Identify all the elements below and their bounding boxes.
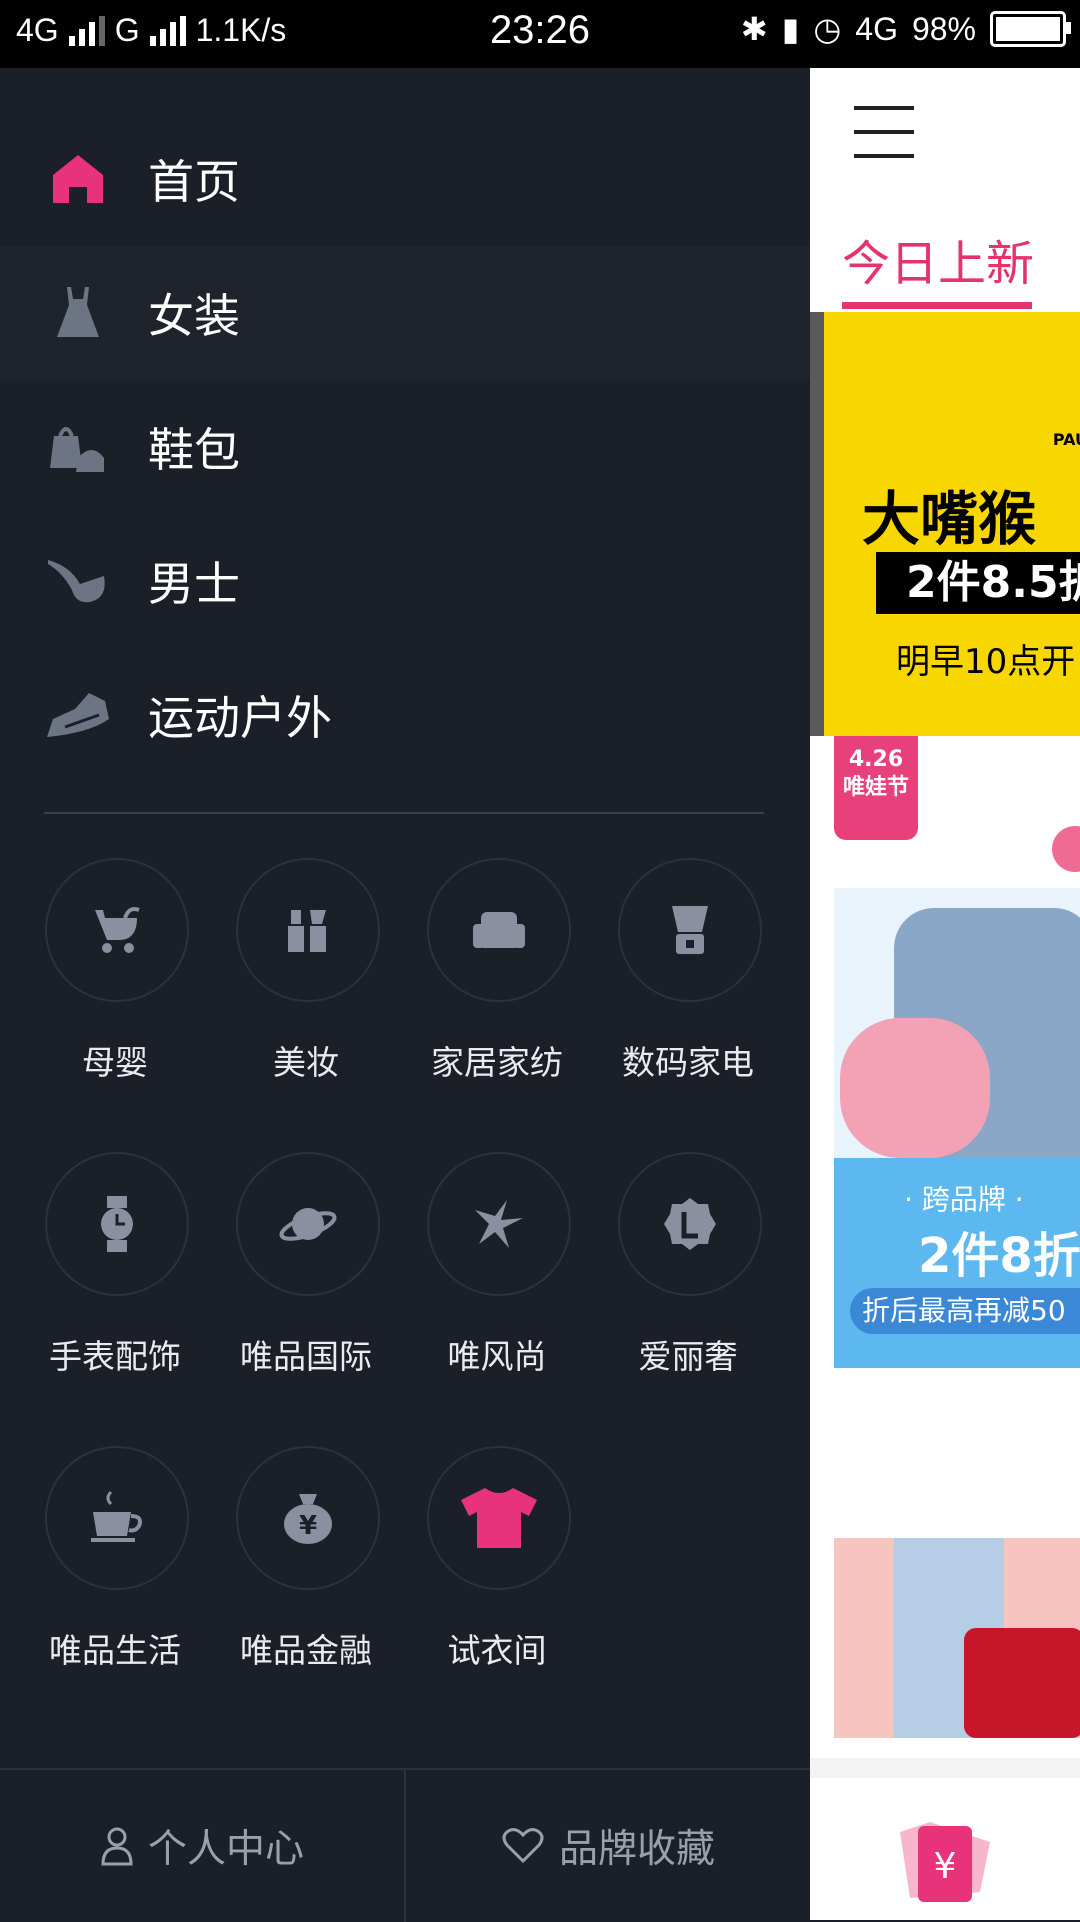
- main-content-peek: 今日上新 PAU 大嘴猴 2件8.5折 明早10点开 4.26 唯娃节 · 跨品…: [810, 68, 1080, 1920]
- banner-title: 大嘴猴: [862, 485, 1037, 553]
- promo-line3: 折后最高再减50: [850, 1288, 1080, 1334]
- category-label: 唯品生活: [49, 1631, 181, 1670]
- svg-text:¥: ¥: [934, 1846, 957, 1887]
- blender-icon: [618, 858, 762, 1002]
- coupon-icon[interactable]: ¥: [890, 1812, 1000, 1908]
- category-digital[interactable]: 数码家电: [593, 858, 783, 1118]
- tab-indicator: [842, 302, 1032, 309]
- pipe-icon: [44, 547, 112, 615]
- money-bag-icon: ¥: [236, 1446, 380, 1590]
- profile-button[interactable]: 个人中心: [0, 1770, 404, 1922]
- nav-item-sports[interactable]: 运动户外: [0, 648, 810, 782]
- banner-edge: [810, 312, 824, 736]
- category-label: 家居家纺: [431, 1043, 563, 1082]
- category-label: 母婴: [82, 1043, 148, 1082]
- drawer-bottom-bar: 个人中心 品牌收藏: [0, 1768, 810, 1922]
- promo-banner[interactable]: PAU 大嘴猴 2件8.5折 明早10点开: [810, 312, 1080, 736]
- battery-percent: 98%: [911, 10, 976, 47]
- category-label: 唯品国际: [240, 1337, 372, 1376]
- category-fashion[interactable]: 唯风尚: [402, 1152, 592, 1412]
- badge-title: 唯娃节: [842, 775, 909, 800]
- category-label: 唯风尚: [447, 1337, 547, 1376]
- planet-icon: [236, 1152, 380, 1296]
- nav-item-women[interactable]: 女装: [0, 246, 810, 380]
- category-luxury[interactable]: 爱丽奢: [593, 1152, 783, 1412]
- category-life[interactable]: 唯品生活: [20, 1446, 210, 1706]
- nav-label-sports: 运动户外: [148, 691, 332, 745]
- nav-label-home: 首页: [148, 155, 240, 209]
- category-baby[interactable]: 母婴: [20, 858, 210, 1118]
- tshirt-icon: [427, 1446, 571, 1590]
- sneaker-icon: [44, 681, 112, 749]
- nav-label-shoes-bags: 鞋包: [148, 423, 240, 477]
- nav-label-women: 女装: [148, 289, 240, 343]
- product-photo[interactable]: [834, 1538, 1080, 1738]
- battery-saver-icon: ▮: [781, 11, 800, 47]
- category-label: 唯品金融: [240, 1631, 372, 1670]
- luxury-badge-icon: [618, 1152, 762, 1296]
- bluetooth-icon: ✱: [740, 11, 768, 47]
- shoes-bag-icon: [44, 413, 112, 481]
- navigation-drawer: 首页 女装 鞋包 男士 运动户外 母婴 美妆 家居家纺 数码家电 手表配饰 唯品…: [0, 68, 810, 1922]
- menu-icon[interactable]: [854, 106, 914, 178]
- network-type-3: 4G: [855, 10, 898, 47]
- category-watches[interactable]: 手表配饰: [20, 1152, 210, 1412]
- tab-today-new[interactable]: 今日上新: [842, 224, 1034, 294]
- category-beauty[interactable]: 美妆: [211, 858, 401, 1118]
- sofa-icon: [427, 858, 571, 1002]
- event-badge: 4.26 唯娃节: [834, 736, 918, 840]
- heart-icon: [502, 1828, 544, 1864]
- nav-item-home[interactable]: 首页: [0, 112, 810, 246]
- category-fitting-room[interactable]: 试衣间: [402, 1446, 592, 1706]
- nav-item-shoes-bags[interactable]: 鞋包: [0, 380, 810, 514]
- banner-brand: PAU: [1052, 430, 1080, 449]
- watch-icon: [45, 1152, 189, 1296]
- category-label: 试衣间: [447, 1631, 547, 1670]
- favorites-label: 品牌收藏: [558, 1827, 715, 1872]
- favorites-button[interactable]: 品牌收藏: [406, 1770, 810, 1922]
- banner-offer: 2件8.5折: [876, 552, 1080, 614]
- badge-date: 4.26: [848, 747, 904, 772]
- category-finance[interactable]: ¥ 唯品金融: [211, 1446, 401, 1706]
- category-label: 美妆: [273, 1043, 339, 1082]
- star-icon: [427, 1152, 571, 1296]
- nav-divider: [44, 812, 764, 814]
- dress-icon: [44, 279, 112, 347]
- promo-line2: 2件8折: [918, 1228, 1080, 1284]
- cosmetics-icon: [236, 858, 380, 1002]
- coffee-cup-icon: [45, 1446, 189, 1590]
- pink-dot: [1052, 826, 1080, 872]
- promo-image-toys: [840, 1018, 990, 1158]
- profile-label: 个人中心: [147, 1827, 304, 1872]
- photo-bag: [964, 1628, 1080, 1738]
- promo-card[interactable]: · 跨品牌 · 2件8折 折后最高再减50: [834, 888, 1080, 1368]
- category-label: 手表配饰: [49, 1337, 181, 1376]
- banner-time: 明早10点开: [896, 642, 1076, 682]
- alarm-icon: ◷: [813, 11, 842, 47]
- status-right: ✱ ▮ ◷ 4G 98%: [740, 10, 1071, 48]
- stroller-icon: [45, 858, 189, 1002]
- home-icon: [44, 145, 112, 213]
- category-label: 爱丽奢: [638, 1337, 738, 1376]
- nav-label-men: 男士: [148, 557, 240, 611]
- category-home[interactable]: 家居家纺: [402, 858, 592, 1118]
- content-gap: [810, 1758, 1080, 1778]
- status-bar: 4G G 1.1K/s 23:26 ✱ ▮ ◷ 4G 98%: [0, 0, 1080, 68]
- user-icon: [101, 1827, 133, 1866]
- battery-icon: [990, 11, 1071, 47]
- promo-line1: · 跨品牌 ·: [904, 1183, 1024, 1216]
- category-international[interactable]: 唯品国际: [211, 1152, 401, 1412]
- svg-text:¥: ¥: [299, 1511, 317, 1541]
- nav-item-men[interactable]: 男士: [0, 514, 810, 648]
- category-label: 数码家电: [622, 1043, 754, 1082]
